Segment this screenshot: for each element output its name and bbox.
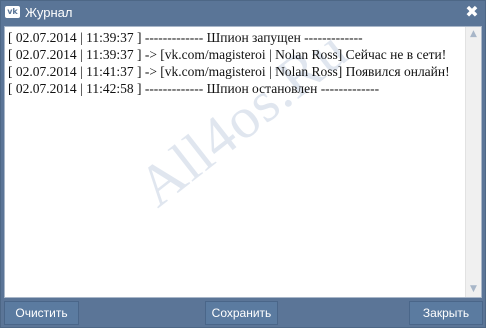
scroll-down-icon[interactable]: ▼	[466, 282, 481, 297]
log-window: vk Журнал ✖ All4os.Ru [ 02.07.2014 | 11:…	[0, 0, 486, 328]
close-icon[interactable]: ✖	[464, 3, 480, 21]
save-button[interactable]: Сохранить	[205, 301, 278, 325]
vk-logo-icon: vk	[5, 6, 20, 18]
log-line: [ 02.07.2014 | 11:39:37 ] ------------- …	[8, 30, 363, 45]
log-panel[interactable]: All4os.Ru [ 02.07.2014 | 11:39:37 ] ----…	[4, 26, 482, 298]
close-button[interactable]: Закрыть	[409, 301, 483, 325]
log-text: [ 02.07.2014 | 11:39:37 ] ------------- …	[8, 29, 464, 97]
log-line: [ 02.07.2014 | 11:41:37 ] -> [vk.com/mag…	[8, 64, 450, 79]
log-line: [ 02.07.2014 | 11:42:58 ] ------------- …	[8, 81, 380, 96]
scroll-up-icon[interactable]: ▲	[466, 27, 481, 42]
window-title: Журнал	[25, 5, 73, 20]
clear-button[interactable]: Очистить	[4, 301, 79, 325]
vertical-scrollbar[interactable]: ▲ ▼	[465, 27, 481, 297]
titlebar: vk Журнал ✖	[1, 1, 485, 24]
log-line: [ 02.07.2014 | 11:39:37 ] -> [vk.com/mag…	[8, 47, 447, 62]
